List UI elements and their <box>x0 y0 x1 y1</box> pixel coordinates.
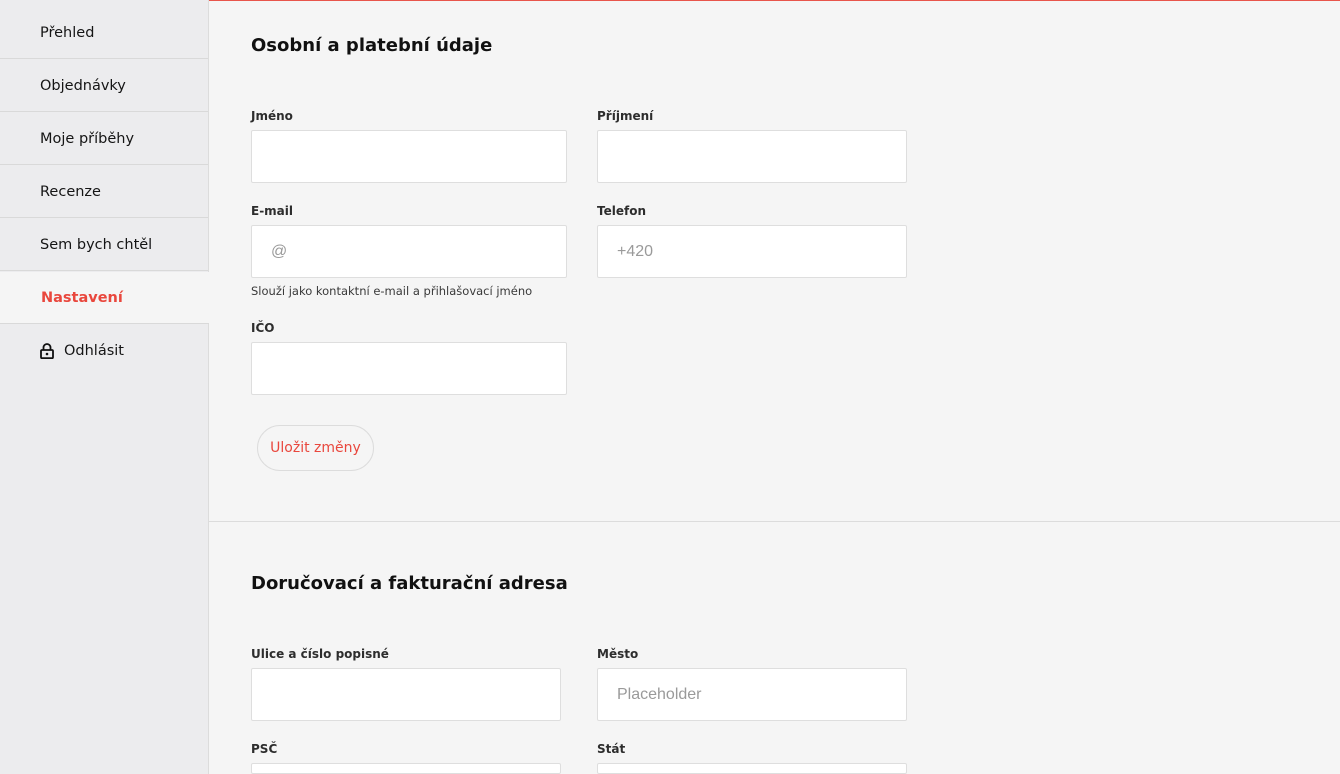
ico-input[interactable] <box>251 342 567 395</box>
sidebar-item-odhlasit[interactable]: Odhlásit <box>0 325 208 377</box>
sidebar-item-prehled[interactable]: Přehled <box>0 7 208 59</box>
sidebar-item-label: Přehled <box>40 24 95 41</box>
sidebar-item-objednavky[interactable]: Objednávky <box>0 60 208 112</box>
ico-label: IČO <box>251 321 275 335</box>
sidebar: Přehled Objednávky Moje příběhy Recenze … <box>0 0 209 774</box>
first-name-input[interactable] <box>251 130 567 183</box>
sidebar-item-label: Moje příběhy <box>40 130 135 147</box>
zip-input[interactable] <box>251 763 561 774</box>
save-changes-button[interactable]: Uložit změny <box>257 425 374 471</box>
sidebar-item-moje-pribehy[interactable]: Moje příběhy <box>0 113 208 165</box>
sidebar-item-nastaveni[interactable]: Nastavení <box>0 272 209 324</box>
phone-label: Telefon <box>597 204 646 218</box>
lock-icon <box>40 343 54 359</box>
phone-input[interactable] <box>597 225 907 278</box>
last-name-label: Příjmení <box>597 109 654 123</box>
street-input[interactable] <box>251 668 561 721</box>
city-label: Město <box>597 647 639 661</box>
last-name-input[interactable] <box>597 130 907 183</box>
country-input[interactable] <box>597 763 907 774</box>
settings-content: Osobní a platební údaje Jméno Příjmení E… <box>209 0 1340 774</box>
first-name-label: Jméno <box>251 109 293 123</box>
sidebar-item-recenze[interactable]: Recenze <box>0 166 208 218</box>
sidebar-item-label: Recenze <box>40 183 101 200</box>
section-divider <box>209 521 1340 522</box>
email-input[interactable] <box>251 225 567 278</box>
country-label: Stát <box>597 742 626 756</box>
email-help-text: Slouží jako kontaktní e-mail a přihlašov… <box>251 284 533 298</box>
section-title-address: Doručovací a fakturační adresa <box>251 573 568 594</box>
sidebar-item-label: Nastavení <box>41 289 123 306</box>
zip-label: PSČ <box>251 742 278 756</box>
email-label: E-mail <box>251 204 294 218</box>
sidebar-item-sem-bych-chtel[interactable]: Sem bych chtěl <box>0 219 208 271</box>
sidebar-item-label: Odhlásit <box>64 343 124 359</box>
city-input[interactable] <box>597 668 907 721</box>
street-label: Ulice a číslo popisné <box>251 647 389 661</box>
sidebar-item-label: Sem bych chtěl <box>40 236 153 253</box>
section-title-personal: Osobní a platební údaje <box>251 35 493 56</box>
sidebar-item-label: Objednávky <box>40 77 126 94</box>
